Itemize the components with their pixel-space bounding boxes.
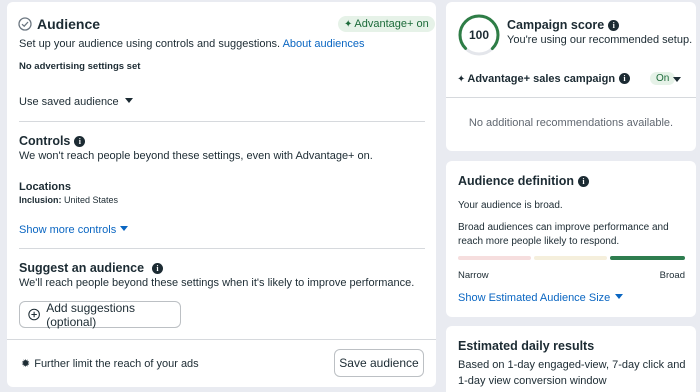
chevron-down-icon[interactable] — [673, 77, 681, 82]
divider — [19, 121, 425, 122]
estimated-results-panel: Estimated daily results Based on 1-day e… — [446, 326, 696, 392]
no-recommendations-text: No additional recommendations available. — [468, 117, 674, 129]
meter-broad-label: Broad — [659, 270, 685, 281]
show-audience-size-link[interactable]: Show Estimated Audience Size — [458, 292, 624, 304]
suggest-title: Suggest an audience i — [19, 261, 164, 275]
meter-narrow-label: Narrow — [458, 270, 489, 281]
info-icon[interactable]: i — [608, 20, 620, 31]
divider — [19, 248, 425, 249]
plus-circle-icon — [28, 308, 40, 321]
controls-description: We won't reach people beyond these setti… — [19, 150, 373, 162]
chevron-down-icon — [124, 98, 133, 103]
show-more-controls-link[interactable]: Show more controls — [19, 224, 129, 236]
advantage-toggle-state[interactable]: On — [650, 72, 676, 85]
no-ad-settings-label: No advertising settings set — [19, 61, 141, 72]
audience-subtitle: Set up your audience using controls and … — [19, 38, 281, 50]
advantage-sales-campaign: ✦ Advantage+ sales campaign i — [457, 73, 631, 85]
add-suggestions-button[interactable]: Add suggestions (optional) — [19, 300, 181, 329]
inclusion-value: United States — [64, 195, 119, 205]
further-limit-label: Further limit the reach of your ads — [34, 358, 199, 370]
save-audience-button[interactable]: Save audience — [334, 349, 424, 377]
inclusion-label: Inclusion: — [19, 195, 62, 205]
add-suggestions-label: Add suggestions (optional) — [46, 300, 135, 329]
show-audience-size-label: Show Estimated Audience Size — [458, 292, 611, 304]
score-value: 100 — [468, 28, 490, 42]
suggest-description: We'll reach people beyond these settings… — [19, 277, 415, 289]
info-icon[interactable]: i — [577, 176, 589, 187]
further-limit-link[interactable]: ✹ Further limit the reach of your ads — [21, 357, 199, 370]
controls-title: Controls i — [19, 134, 86, 148]
audience-subtitle-row: Set up your audience using controls and … — [19, 38, 365, 50]
audience-panel: Audience ✦ Advantage+ on Set up your audi… — [7, 2, 436, 387]
info-icon[interactable]: i — [619, 73, 631, 84]
use-saved-audience-dropdown[interactable]: Use saved audience — [19, 96, 133, 108]
sparkle-icon: ✦ — [344, 19, 353, 30]
check-circle-icon — [18, 17, 32, 31]
advantage-on-badge: ✦ Advantage+ on — [338, 16, 435, 32]
meter-mid-segment — [534, 256, 607, 260]
info-icon[interactable]: i — [74, 136, 86, 147]
audience-title: Audience — [37, 16, 101, 32]
advantage-badge-label: Advantage+ on — [354, 18, 429, 30]
save-audience-label: Save audience — [339, 356, 419, 370]
show-more-label: Show more controls — [19, 224, 117, 236]
divider — [446, 97, 696, 98]
about-audiences-link[interactable]: About audiences — [283, 38, 365, 50]
chevron-down-icon — [615, 294, 624, 299]
campaign-score-title: Campaign score i — [507, 18, 620, 32]
locations-inclusion: Inclusion: United States — [19, 195, 118, 205]
audience-definition-panel: Audience definition i Your audience is br… — [446, 161, 696, 317]
meter-narrow-segment — [458, 256, 531, 260]
chevron-down-icon — [120, 226, 129, 231]
info-icon[interactable]: i — [152, 263, 164, 274]
divider — [7, 339, 436, 340]
estimated-results-description: Based on 1-day engaged-view, 7-day click… — [458, 359, 686, 387]
campaign-score-panel: 100 Campaign score i You're using our rec… — [446, 2, 696, 151]
gear-icon: ✹ — [21, 358, 31, 370]
sparkle-icon: ✦ — [457, 74, 466, 85]
audience-definition-title: Audience definition i — [458, 174, 589, 188]
estimated-results-title: Estimated daily results — [458, 339, 595, 353]
locations-title: Locations — [19, 181, 71, 193]
campaign-score-subtitle: You're using our recommended setup. — [507, 34, 693, 46]
saved-audience-label: Use saved audience — [19, 96, 119, 108]
audience-description: Broad audiences can improve performance … — [458, 222, 669, 247]
audience-status: Your audience is broad. — [458, 200, 563, 211]
meter-broad-segment — [610, 256, 685, 260]
